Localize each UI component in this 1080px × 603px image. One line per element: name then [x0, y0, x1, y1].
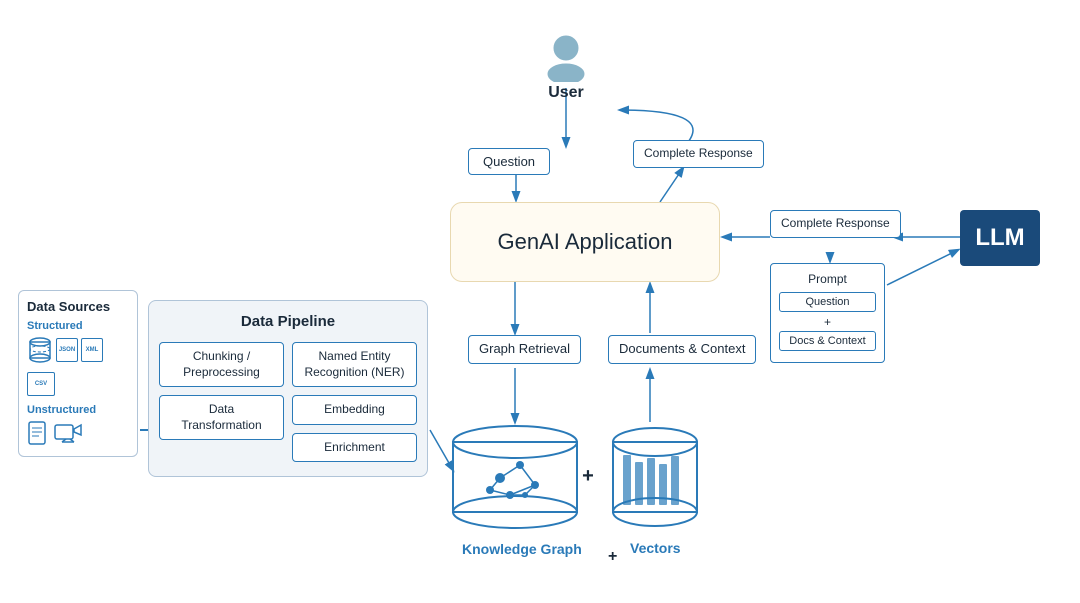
user-label: User: [548, 84, 584, 102]
complete-response-top-box: Complete Response: [633, 140, 764, 168]
genai-title: GenAI Application: [498, 229, 673, 255]
graph-retrieval-box: Graph Retrieval: [468, 335, 581, 364]
csv-file-icon: CSV: [27, 372, 55, 396]
knowledge-graph-label: Knowledge Graph: [462, 540, 582, 558]
unstructured-label: Unstructured: [27, 404, 129, 416]
data-pipeline-box: Data Pipeline Chunking / Preprocessing D…: [148, 300, 428, 477]
xml-file-icon: XML: [81, 338, 103, 362]
structured-label: Structured: [27, 320, 129, 332]
user-area: User: [540, 30, 592, 102]
pipeline-right-column: Named Entity Recognition (NER) Embedding…: [292, 342, 417, 462]
enrichment-box: Enrichment: [292, 433, 417, 463]
data-sources-title: Data Sources: [27, 299, 129, 314]
knowledge-graph-icon: +: [440, 420, 710, 540]
svg-text:+: +: [582, 465, 594, 487]
prompt-box: Prompt Question + Docs & Context: [770, 263, 885, 363]
complete-response-top-label: Complete Response: [644, 146, 753, 160]
kg-label-text: Knowledge Graph: [462, 541, 582, 557]
complete-response-mid-label: Complete Response: [781, 216, 890, 230]
pipeline-columns: Chunking / Preprocessing Data Transforma…: [159, 342, 417, 462]
complete-response-mid-box: Complete Response: [770, 210, 901, 238]
unstructured-icons: [27, 420, 129, 448]
llm-label: LLM: [975, 224, 1024, 252]
pipeline-left-column: Chunking / Preprocessing Data Transforma…: [159, 342, 284, 462]
data-sources-box: Data Sources Structured JSON XML CSV Uns…: [18, 290, 138, 457]
prompt-plus: +: [779, 315, 876, 329]
embedding-box: Embedding: [292, 395, 417, 425]
llm-box: LLM: [960, 210, 1040, 266]
docs-context-label: Documents & Context: [619, 341, 745, 356]
prompt-question-inner: Question: [779, 292, 876, 312]
transformation-box: Data Transformation: [159, 395, 284, 440]
plus-separator: +: [608, 548, 617, 566]
chunking-box: Chunking / Preprocessing: [159, 342, 284, 387]
user-icon: [540, 30, 592, 82]
json-file-icon: JSON: [56, 338, 78, 362]
database-icon: [27, 336, 53, 364]
video-icon: [54, 422, 82, 446]
prompt-label: Prompt: [779, 272, 876, 286]
structured-icons: JSON XML: [27, 336, 129, 364]
question-box: Question: [468, 148, 550, 175]
prompt-docs-inner: Docs & Context: [779, 331, 876, 351]
data-pipeline-title: Data Pipeline: [159, 313, 417, 330]
ner-box: Named Entity Recognition (NER): [292, 342, 417, 387]
document-icon: [27, 420, 51, 448]
vectors-label: Vectors: [630, 540, 681, 556]
genai-application-box: GenAI Application: [450, 202, 720, 282]
graph-retrieval-label: Graph Retrieval: [479, 341, 570, 356]
diagram-container: Data Sources Structured JSON XML CSV Uns…: [0, 0, 1080, 603]
docs-context-box: Documents & Context: [608, 335, 756, 364]
